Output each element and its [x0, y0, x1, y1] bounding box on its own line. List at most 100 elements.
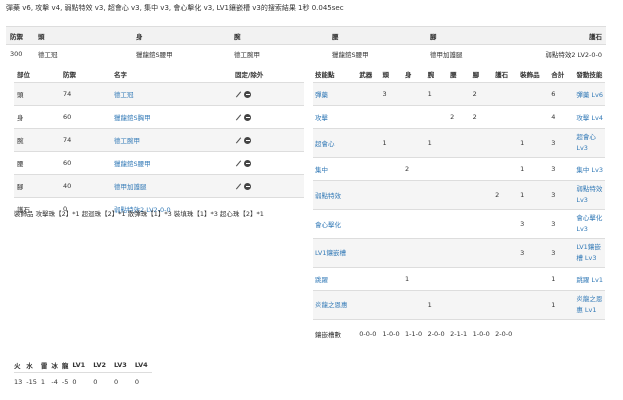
activated-skill-link[interactable]: LV1鑲嵌槽 Lv3 — [574, 238, 605, 268]
table-row: 身 60 獵龍鎧S胸甲 — [14, 105, 304, 129]
cell — [403, 209, 426, 239]
cell — [380, 267, 404, 291]
def-value: 60 — [60, 151, 111, 175]
part-label: 頭 — [14, 82, 60, 106]
activated-skill-link[interactable]: 會心擊化 Lv3 — [574, 209, 605, 239]
skill-row: 超會心 1 1 1 3 超會心 Lv3 — [313, 128, 605, 158]
cell: 1 — [380, 128, 404, 158]
eq-head-value: 德工冠 — [34, 44, 132, 62]
cell — [357, 180, 381, 210]
rt-header: 腰 — [450, 71, 457, 79]
pin-icon[interactable] — [235, 137, 242, 144]
slot-value: 1-0-0 — [380, 319, 404, 348]
activated-skill-link[interactable]: 超會心 Lv3 — [574, 128, 605, 158]
col-head: 頭 — [34, 26, 132, 45]
equipment-link[interactable]: 德甲加護腿 — [114, 183, 147, 191]
cell — [470, 209, 494, 239]
equipment-link[interactable]: 德工冠 — [114, 91, 134, 99]
exclude-icon[interactable] — [244, 159, 251, 167]
exclude-icon[interactable] — [244, 90, 251, 98]
skill-name-link[interactable]: 彈藥 — [313, 82, 358, 106]
rt-header: 技能點 — [315, 71, 335, 79]
cell — [470, 180, 494, 210]
cell — [357, 290, 381, 320]
cell — [470, 267, 494, 291]
cell — [380, 238, 404, 268]
table-row: 腰 60 獵龍鎧S腰甲 — [14, 151, 304, 175]
cell: 2 — [470, 105, 494, 129]
pin-icon[interactable] — [235, 91, 242, 98]
part-label: 腰 — [14, 151, 60, 175]
res-value: 0 — [134, 372, 152, 391]
skill-name-link[interactable]: 會心擊化 — [313, 209, 358, 239]
res-value: -5 — [61, 372, 73, 391]
res-value: 0 — [93, 372, 115, 391]
cell: 1 — [425, 128, 449, 158]
resistance-table: 火 水 雷 冰 龍 LV1 LV2 LV3 LV4 13 -15 1 -4 -5… — [14, 358, 152, 391]
res-header: 冰 — [51, 362, 58, 370]
res-header: LV3 — [114, 361, 127, 369]
activated-skill-link[interactable]: 跳躍 Lv1 — [574, 267, 605, 291]
cell — [518, 267, 550, 291]
slots-row: 鑲嵌槽數 0-0-0 1-0-0 1-1-0 2-0-0 2-1-1 1-0-0… — [313, 319, 605, 348]
cell — [493, 267, 519, 291]
equipment-link[interactable]: 獵龍鎧S胸甲 — [114, 114, 151, 122]
equipment-summary-table: 防禦 頭 身 腕 腰 腳 護石 300 德工冠 獵龍鎧S腰甲 德工腕甲 獵龍鎧S… — [6, 26, 606, 62]
rt-header: 護石 — [495, 71, 509, 79]
skill-name-link[interactable]: 超會心 — [313, 128, 358, 158]
skill-name-link[interactable]: 跳躍 — [313, 267, 358, 291]
cell — [425, 267, 449, 291]
cell — [403, 105, 426, 129]
skill-name-link[interactable]: 炎龍之恩惠 — [313, 290, 358, 320]
def-value: 74 — [60, 82, 111, 106]
res-header: 火 — [14, 362, 21, 370]
skill-name-link[interactable]: LV1鑲嵌槽 — [313, 238, 358, 268]
eq-arm-value: 德工腕甲 — [230, 44, 328, 62]
exclude-icon[interactable] — [244, 182, 251, 190]
pin-icon[interactable] — [235, 114, 242, 121]
skill-points-table: 技能點 武器 頭 身 腕 腰 腳 護石 裝飾品 合計 發動技能 彈藥 3 1 2… — [313, 66, 605, 348]
cell: 6 — [549, 82, 575, 106]
cell — [493, 105, 519, 129]
skill-row: 炎龍之恩惠 1 1 炎龍之恩惠 Lv1 — [313, 290, 605, 320]
cell — [448, 209, 471, 239]
col-def: 防禦 — [6, 26, 34, 45]
exclude-icon[interactable] — [244, 113, 251, 121]
skill-row: 集中 2 1 3 集中 Lv3 — [313, 157, 605, 181]
cell: 3 — [549, 238, 575, 268]
eq-leg-value: 德甲加護腿 — [426, 44, 524, 62]
cell — [448, 290, 471, 320]
exclude-icon[interactable] — [244, 136, 251, 144]
activated-skill-link[interactable]: 彈藥 Lv6 — [574, 82, 605, 106]
pin-icon[interactable] — [235, 160, 242, 167]
lt-header-part: 部位 — [17, 71, 30, 79]
activated-skill-link[interactable]: 弱點特效 Lv3 — [574, 180, 605, 210]
lt-header-lock: 固定/除外 — [235, 71, 264, 79]
equipment-link[interactable]: 獵龍鎧S腰甲 — [114, 160, 151, 168]
skill-name-link[interactable]: 攻擊 — [313, 105, 358, 129]
rt-header: 裝飾品 — [520, 71, 540, 79]
cell — [425, 180, 449, 210]
equipment-link[interactable]: 德工腕甲 — [114, 137, 140, 145]
cell — [493, 157, 519, 181]
col-waist: 腰 — [328, 26, 426, 45]
def-value: 40 — [60, 174, 111, 198]
cell — [357, 128, 381, 158]
cell: 3 — [549, 180, 575, 210]
res-value: 1 — [40, 372, 52, 391]
slot-value: 2-0-0 — [425, 319, 449, 348]
rt-header: 腳 — [472, 71, 480, 79]
pin-icon[interactable] — [235, 183, 242, 190]
cell: 1 — [518, 180, 550, 210]
rt-header: 武器 — [359, 71, 373, 79]
skill-name-link[interactable]: 弱點特效 — [313, 180, 358, 210]
activated-skill-link[interactable]: 集中 Lv3 — [574, 157, 605, 181]
activated-skill-link[interactable]: 攻擊 Lv4 — [574, 105, 605, 129]
res-value: 0 — [72, 372, 94, 391]
skill-name-link[interactable]: 集中 — [313, 157, 358, 181]
cell: 4 — [549, 105, 575, 129]
eq-body-value: 獵龍鎧S腰甲 — [132, 44, 230, 62]
activated-skill-link[interactable]: 炎龍之恩惠 Lv1 — [574, 290, 605, 320]
cell: 2 — [470, 82, 494, 106]
cell — [380, 290, 404, 320]
